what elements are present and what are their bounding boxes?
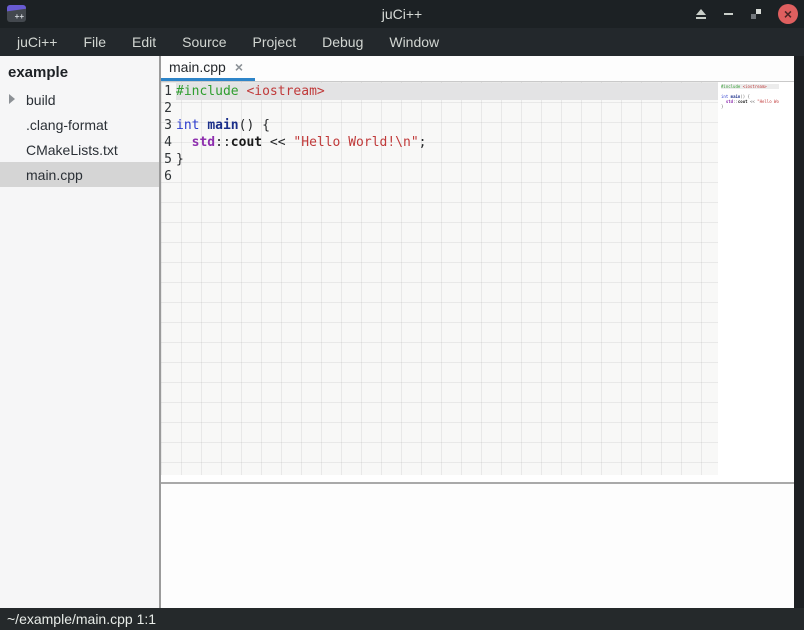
tree-root-folder[interactable]: example xyxy=(0,60,159,87)
statusbar: ~/example/main.cpp 1:1 xyxy=(0,608,804,630)
titlebar: ++ juCi++ × xyxy=(0,0,804,28)
tree-item-main-cpp[interactable]: main.cpp xyxy=(0,162,159,187)
jucipp-window: ++ juCi++ × juCi++FileEditSourceProjectD… xyxy=(0,0,804,630)
status-file-location: ~/example/main.cpp 1:1 xyxy=(7,611,156,627)
line-text[interactable]: #include <iostream> xyxy=(176,83,718,100)
code-line-6: 6 xyxy=(161,168,718,185)
line-number: 2 xyxy=(163,100,172,117)
menu-item-window[interactable]: Window xyxy=(376,28,452,56)
menubar-items: juCi++FileEditSourceProjectDebugWindow xyxy=(0,28,804,56)
tabbar: main.cpp × xyxy=(161,56,804,82)
expander-icon[interactable] xyxy=(9,94,15,104)
shade-window-icon[interactable] xyxy=(695,9,707,19)
tree-item-label: .clang-format xyxy=(26,117,108,133)
menu-item-source[interactable]: Source xyxy=(169,28,239,56)
menu-item-file[interactable]: File xyxy=(70,28,119,56)
line-text[interactable] xyxy=(176,100,718,117)
code-line-3: 3int main() { xyxy=(161,117,718,134)
menu-item-debug[interactable]: Debug xyxy=(309,28,376,56)
menu-item-juci[interactable]: juCi++ xyxy=(4,28,70,56)
code-line-2: 2 xyxy=(161,100,718,117)
window-title: juCi++ xyxy=(0,6,804,22)
menu-item-project[interactable]: Project xyxy=(240,28,310,56)
line-text[interactable] xyxy=(176,168,718,185)
menu-item-edit[interactable]: Edit xyxy=(119,28,169,56)
minimize-icon[interactable] xyxy=(724,9,734,19)
tree-item-clang-format[interactable]: .clang-format xyxy=(0,112,159,137)
minimap[interactable]: #include <iostream>int main() { std::cou… xyxy=(721,84,779,114)
tab-close-icon[interactable]: × xyxy=(235,60,243,74)
line-number: 3 xyxy=(163,117,172,134)
content: example build .clang-format CMakeLists.txt… xyxy=(0,56,804,608)
line-number: 6 xyxy=(163,168,172,185)
tab-main-cpp[interactable]: main.cpp × xyxy=(161,56,255,81)
tree-item-build[interactable]: build xyxy=(0,87,159,112)
line-number: 4 xyxy=(163,134,172,151)
restore-icon[interactable] xyxy=(751,9,761,19)
line-number: 1 xyxy=(163,83,172,100)
file-tree: build .clang-format CMakeLists.txt main.cpp xyxy=(0,87,159,187)
close-icon[interactable]: × xyxy=(778,4,798,24)
tree-item-label: build xyxy=(26,92,56,108)
window-controls: × xyxy=(695,0,798,28)
line-text[interactable]: int main() { xyxy=(176,117,718,134)
tree-item-label: CMakeLists.txt xyxy=(26,142,118,158)
editor-column: main.cpp × 1#include <iostream>23int mai… xyxy=(161,56,804,608)
tree-item-cmakelists-txt[interactable]: CMakeLists.txt xyxy=(0,137,159,162)
minimap-line xyxy=(721,109,779,114)
tree-item-label: main.cpp xyxy=(26,167,83,183)
line-text[interactable]: } xyxy=(176,151,718,168)
line-number: 5 xyxy=(163,151,172,168)
scrollbar-strip[interactable] xyxy=(794,56,804,608)
code-line-1: 1#include <iostream> xyxy=(161,83,718,100)
terminal-panel[interactable] xyxy=(161,484,804,608)
file-tree-panel: example build .clang-format CMakeLists.txt… xyxy=(0,56,161,608)
code-line-5: 5} xyxy=(161,151,718,168)
minimap-line: std::cout << "Hello World!\n"; xyxy=(721,99,779,104)
line-text[interactable]: std::cout << "Hello World!\n"; xyxy=(176,134,718,151)
code-lines: 1#include <iostream>23int main() {4 std:… xyxy=(161,82,718,185)
code-line-4: 4 std::cout << "Hello World!\n"; xyxy=(161,134,718,151)
source-editor[interactable]: 1#include <iostream>23int main() {4 std:… xyxy=(161,82,804,482)
tab-label: main.cpp xyxy=(169,59,226,75)
